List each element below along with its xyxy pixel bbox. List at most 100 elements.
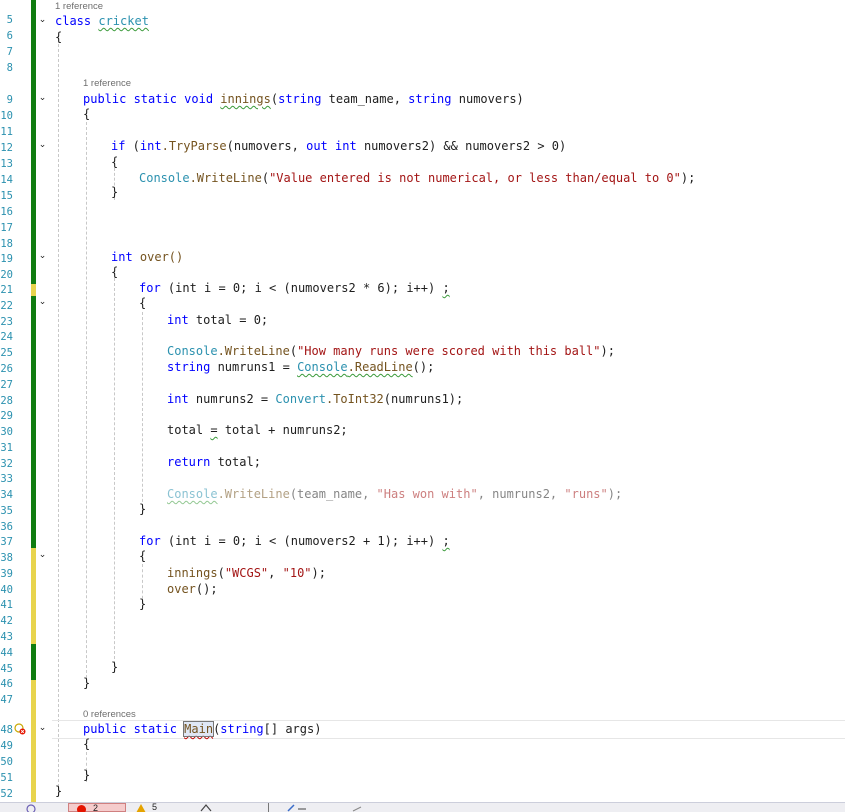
code-line[interactable]: Console.WriteLine("Value entered is not … xyxy=(139,170,695,186)
collapse-chevron-icon[interactable]: ⌄ xyxy=(38,16,47,25)
line-number: 42 xyxy=(0,615,13,627)
error-icon xyxy=(77,805,86,812)
line-number: 8 xyxy=(6,62,13,74)
editor-status-bar: 2 5 xyxy=(0,802,845,812)
line-number: 19 xyxy=(0,253,13,265)
code-line[interactable]: { xyxy=(111,154,118,170)
keyword: int xyxy=(139,139,162,153)
code-line[interactable]: } xyxy=(55,783,62,799)
statement: total = 0; xyxy=(188,313,269,327)
line-number: 18 xyxy=(0,238,13,250)
code-line[interactable]: } xyxy=(111,184,118,200)
line-number: 10 xyxy=(0,110,13,122)
code-line[interactable]: } xyxy=(83,767,90,783)
keyword: int xyxy=(167,392,189,406)
keyword: public static xyxy=(83,722,177,736)
brace: } xyxy=(83,676,91,690)
method-name-main[interactable]: Main xyxy=(183,721,215,737)
collapse-chevron-icon[interactable]: ⌄ xyxy=(38,141,47,150)
keyword: int xyxy=(111,250,133,264)
type-name: Console xyxy=(167,344,218,358)
line-number: 21 xyxy=(0,284,13,296)
line-number: 16 xyxy=(0,206,13,218)
code-line[interactable]: { xyxy=(83,106,90,122)
code-line[interactable]: int numruns2 = Convert.ToInt32(numruns1)… xyxy=(167,391,463,407)
line-number: 20 xyxy=(0,269,13,281)
keyword: out xyxy=(306,139,328,153)
quick-actions-lightbulb-icon[interactable] xyxy=(14,723,26,735)
code-line[interactable]: { xyxy=(139,548,146,564)
punct: ( xyxy=(125,139,140,153)
code-line[interactable]: int total = 0; xyxy=(167,312,268,328)
code-line[interactable]: if (int.TryParse(numovers, out int numov… xyxy=(111,138,566,154)
code-line[interactable]: { xyxy=(111,264,118,280)
code-line[interactable]: for (int i = 0; i < (numovers2 + 1); i++… xyxy=(139,533,450,549)
punct: ( xyxy=(217,566,225,580)
code-line[interactable]: } xyxy=(139,596,146,612)
code-line-unreachable[interactable]: Console.WriteLine(team_name, "Has won wi… xyxy=(167,486,622,502)
more-options-icon[interactable] xyxy=(352,803,362,812)
method-name: .ToInt32 xyxy=(325,392,384,406)
line-number: 50 xyxy=(0,756,13,768)
code-line[interactable]: over(); xyxy=(167,581,218,597)
statement: numruns2 = xyxy=(188,392,276,406)
code-line[interactable]: string numruns1 = Console.ReadLine(); xyxy=(167,359,434,375)
brace: } xyxy=(111,660,119,674)
code-line[interactable]: } xyxy=(83,675,90,691)
brace: } xyxy=(139,597,147,611)
keyword: string xyxy=(220,722,264,736)
errors-indicator[interactable]: 2 xyxy=(68,803,126,812)
line-number: 11 xyxy=(0,126,13,138)
collapse-chevron-icon[interactable]: ⌄ xyxy=(38,551,47,560)
type-name: Convert xyxy=(275,392,326,406)
health-icon[interactable] xyxy=(26,803,36,812)
code-lens-references[interactable]: 1 reference xyxy=(83,78,131,90)
navigate-up-icon[interactable] xyxy=(200,803,212,812)
keyword: class xyxy=(55,14,92,28)
brace: { xyxy=(55,30,63,44)
line-number: 32 xyxy=(0,458,13,470)
line-number: 43 xyxy=(0,631,13,643)
line-number: 6 xyxy=(6,30,13,42)
code-line[interactable]: int over() xyxy=(111,249,183,265)
line-number: 5 xyxy=(6,14,13,26)
change-bar-unsaved xyxy=(31,548,36,644)
method-name: over xyxy=(167,582,196,596)
code-line[interactable]: { xyxy=(139,295,146,311)
brace: { xyxy=(111,155,119,169)
code-lens-references[interactable]: 1 reference xyxy=(55,1,103,13)
line-number: 40 xyxy=(0,584,13,596)
collapse-chevron-icon[interactable]: ⌄ xyxy=(38,724,47,733)
code-line[interactable]: public static void innings(string team_n… xyxy=(83,91,524,107)
code-line[interactable]: Console.WriteLine("How many runs were sc… xyxy=(167,343,615,359)
code-line[interactable]: { xyxy=(83,736,90,752)
collapse-chevron-icon[interactable]: ⌄ xyxy=(38,298,47,307)
code-line[interactable]: { xyxy=(55,29,62,45)
line-number: 31 xyxy=(0,442,13,454)
code-lens-references[interactable]: 0 references xyxy=(83,709,136,721)
method-name: .WriteLine xyxy=(217,344,290,358)
code-line[interactable]: total = total + numruns2; xyxy=(167,422,348,438)
type-name: Console xyxy=(167,487,218,501)
line-number: 12 xyxy=(0,142,13,154)
line-number: 29 xyxy=(0,410,13,422)
code-line[interactable]: return total; xyxy=(167,454,261,470)
code-line[interactable]: } xyxy=(139,501,146,517)
code-line[interactable]: for (int i = 0; i < (numovers2 * 6); i++… xyxy=(139,280,450,296)
args: (numruns1); xyxy=(383,392,464,406)
line-number: 45 xyxy=(0,663,13,675)
warnings-indicator[interactable]: 5 xyxy=(132,803,172,812)
code-line[interactable]: innings("WCGS", "10"); xyxy=(167,565,326,581)
code-line[interactable]: public static Main(string[] args) xyxy=(83,721,321,737)
keyword: int xyxy=(167,313,189,327)
change-bar-unsaved xyxy=(31,284,36,296)
method-name: over() xyxy=(132,250,184,264)
cleanup-brush-icon[interactable] xyxy=(286,803,308,812)
string-literal: "Has won with" xyxy=(376,487,478,501)
type-name: Console xyxy=(139,171,190,185)
collapse-chevron-icon[interactable]: ⌄ xyxy=(38,252,47,261)
code-line[interactable]: class cricket xyxy=(55,13,149,29)
code-line[interactable]: } xyxy=(111,659,118,675)
for-header: (int i = 0; i < (numovers2 + 1); i++) xyxy=(160,534,443,548)
collapse-chevron-icon[interactable]: ⌄ xyxy=(38,94,47,103)
